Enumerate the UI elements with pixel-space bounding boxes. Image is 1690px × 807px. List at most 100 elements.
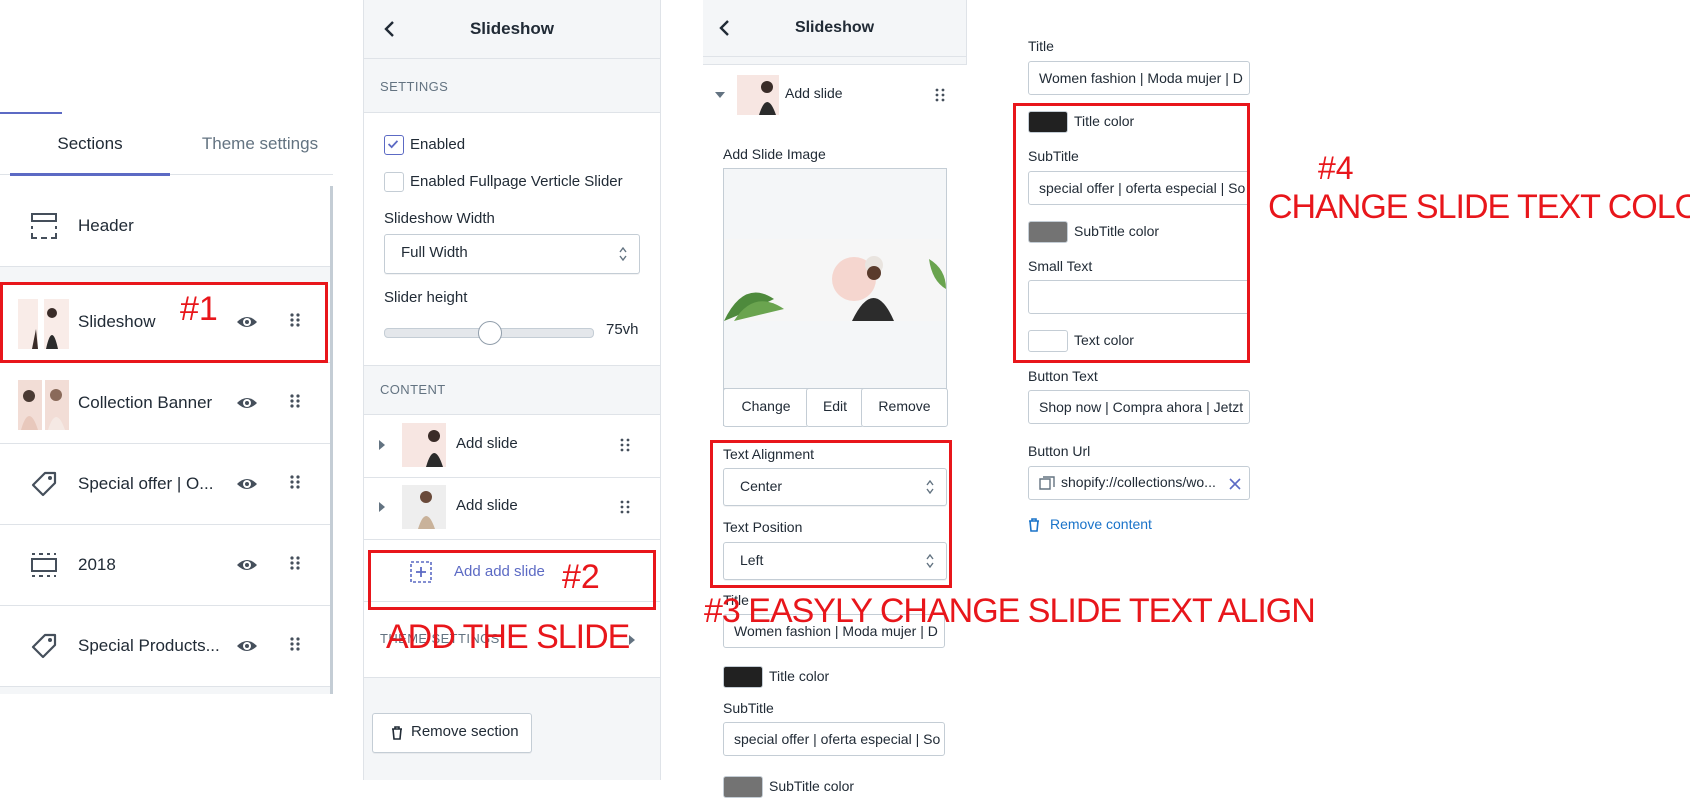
slide-image-picker[interactable]: Change Edit Remove [723,168,948,427]
select-arrows-icon [619,247,627,261]
tag-icon [31,471,57,497]
subtitle-color-label: SubTitle color [769,778,855,794]
slide-thumbnail [402,423,446,467]
panel-title: Slideshow [794,19,875,36]
drag-handle-icon[interactable] [290,637,300,655]
slideshow-width-select[interactable]: Full Width [384,234,640,274]
title-input[interactable]: Women fashion | Moda mujer | D [1028,61,1250,95]
drag-handle-icon[interactable] [620,438,630,452]
button-text-input[interactable]: Shop now | Compra ahora | Jetzt [1028,390,1250,424]
clear-icon[interactable] [1229,478,1241,490]
annotation-box-2 [368,550,656,610]
caret-down-icon[interactable] [715,91,725,99]
panel-header: Slideshow [364,0,660,59]
drag-handle-icon[interactable] [620,500,630,514]
trash-icon [1029,518,1039,532]
panel-header: Slideshow [703,0,966,57]
annotation-box-4 [1013,103,1250,363]
section-row-header[interactable]: Header [0,186,330,267]
annotation-caption-4: CHANGE SLIDE TEXT COLOR [1268,188,1690,226]
enabled-checkbox[interactable] [384,135,404,155]
section-label: Special Products... [78,636,220,655]
tag-icon [31,633,57,659]
slider-height-value: 75vh [606,321,639,338]
tab-theme-settings[interactable]: Theme settings [190,113,330,175]
sections-list: Header Slideshow Collection Banner Speci… [0,186,333,694]
fullpage-slider-checkbox[interactable] [384,172,404,192]
collection-thumbnail [18,380,69,430]
slide-label: Add slide [456,497,518,514]
slideshow-width-label: Slideshow Width [384,210,495,227]
eye-icon[interactable] [236,474,258,494]
remove-content-label: Remove content [1050,516,1152,532]
change-image-button[interactable]: Change [723,388,809,427]
annotation-caption-2: ADD THE SLIDE [386,618,630,656]
subtitle-input[interactable]: special offer | oferta especial | So [723,722,945,756]
slide-thumbnail [737,75,779,115]
button-url-field[interactable]: shopify://collections/wo... [1028,466,1250,500]
eye-icon[interactable] [236,636,258,656]
slider-height-label: Slider height [384,289,468,306]
remove-image-button[interactable]: Remove [861,388,948,427]
slider-height-track[interactable] [384,321,594,345]
panel-title: Slideshow [469,19,555,38]
sections-tabs: Sections Theme settings [0,113,333,176]
section-label: Header [78,216,134,235]
slide-row[interactable]: Add slide [364,415,660,478]
section-label: 2018 [78,555,116,574]
annotation-label-2: #2 [562,558,600,596]
slideshow-settings-panel: Slideshow SETTINGS Enabled Enabled Fullp… [363,0,661,780]
caret-right-icon[interactable] [378,440,386,450]
section-row-special-products[interactable]: Special Products... [0,606,330,687]
section-label: Special offer | O... [78,474,214,493]
slide-row[interactable]: Add slide [364,477,660,540]
section-row-2018[interactable]: 2018 [0,525,330,606]
section-label: Collection Banner [78,393,213,412]
section-row-collection-banner[interactable]: Collection Banner [0,363,330,444]
slide-settings-panel: Slideshow Add slide Add Slide Image Chan… [703,0,967,807]
eye-icon[interactable] [236,393,258,413]
drag-handle-icon[interactable] [290,394,300,412]
annotation-box-1 [0,282,328,363]
caret-right-icon[interactable] [378,502,386,512]
slide-header-row[interactable]: Add slide [703,64,967,126]
slide-label: Add slide [456,435,518,452]
edit-image-button[interactable]: Edit [806,388,864,427]
subtitle-color-swatch[interactable] [723,776,763,798]
tab-sections[interactable]: Sections [10,113,170,176]
button-text-label: Button Text [1028,368,1098,384]
settings-heading: SETTINGS [380,79,449,94]
header-layout-icon [31,213,57,239]
annotation-box-3 [710,440,952,588]
slider-height-thumb[interactable] [478,321,502,345]
subtitle-label: SubTitle [723,700,774,716]
remove-section-label: Remove section [411,723,519,740]
settings-card: Enabled Enabled Fullpage Verticle Slider… [364,112,660,366]
slide-label: Add slide [785,85,843,101]
enabled-label: Enabled [410,136,466,153]
annotation-label-1: #1 [180,290,218,328]
slide-thumbnail [402,485,446,529]
button-url-label: Button Url [1028,443,1091,459]
drag-handle-icon[interactable] [935,88,945,102]
section-row-special-offer[interactable]: Special offer | O... [0,444,330,525]
button-url-value: shopify://collections/wo... [1061,474,1216,490]
trash-icon [392,726,402,740]
slide-image-label: Add Slide Image [723,146,826,162]
gallery-layout-icon [31,553,57,577]
content-heading: CONTENT [380,382,446,397]
drag-handle-icon[interactable] [290,475,300,493]
image-button-group: Change Edit Remove [723,388,948,427]
title-color-label: Title color [769,668,830,684]
eye-icon[interactable] [236,555,258,575]
drag-handle-icon[interactable] [290,556,300,574]
slide-preview-image [724,239,946,321]
collection-icon [1039,476,1055,490]
title-label: Title [1028,38,1054,54]
annotation-label-4: #4 [1318,150,1354,186]
title-color-swatch[interactable] [723,666,763,688]
annotation-label-3: #3 EASYLY CHANGE SLIDE TEXT ALIGN [704,592,1316,630]
remove-content-link[interactable]: Remove content [1028,515,1228,537]
fullpage-slider-label: Enabled Fullpage Verticle Slider [410,173,623,190]
remove-section-button[interactable]: Remove section [372,713,532,753]
